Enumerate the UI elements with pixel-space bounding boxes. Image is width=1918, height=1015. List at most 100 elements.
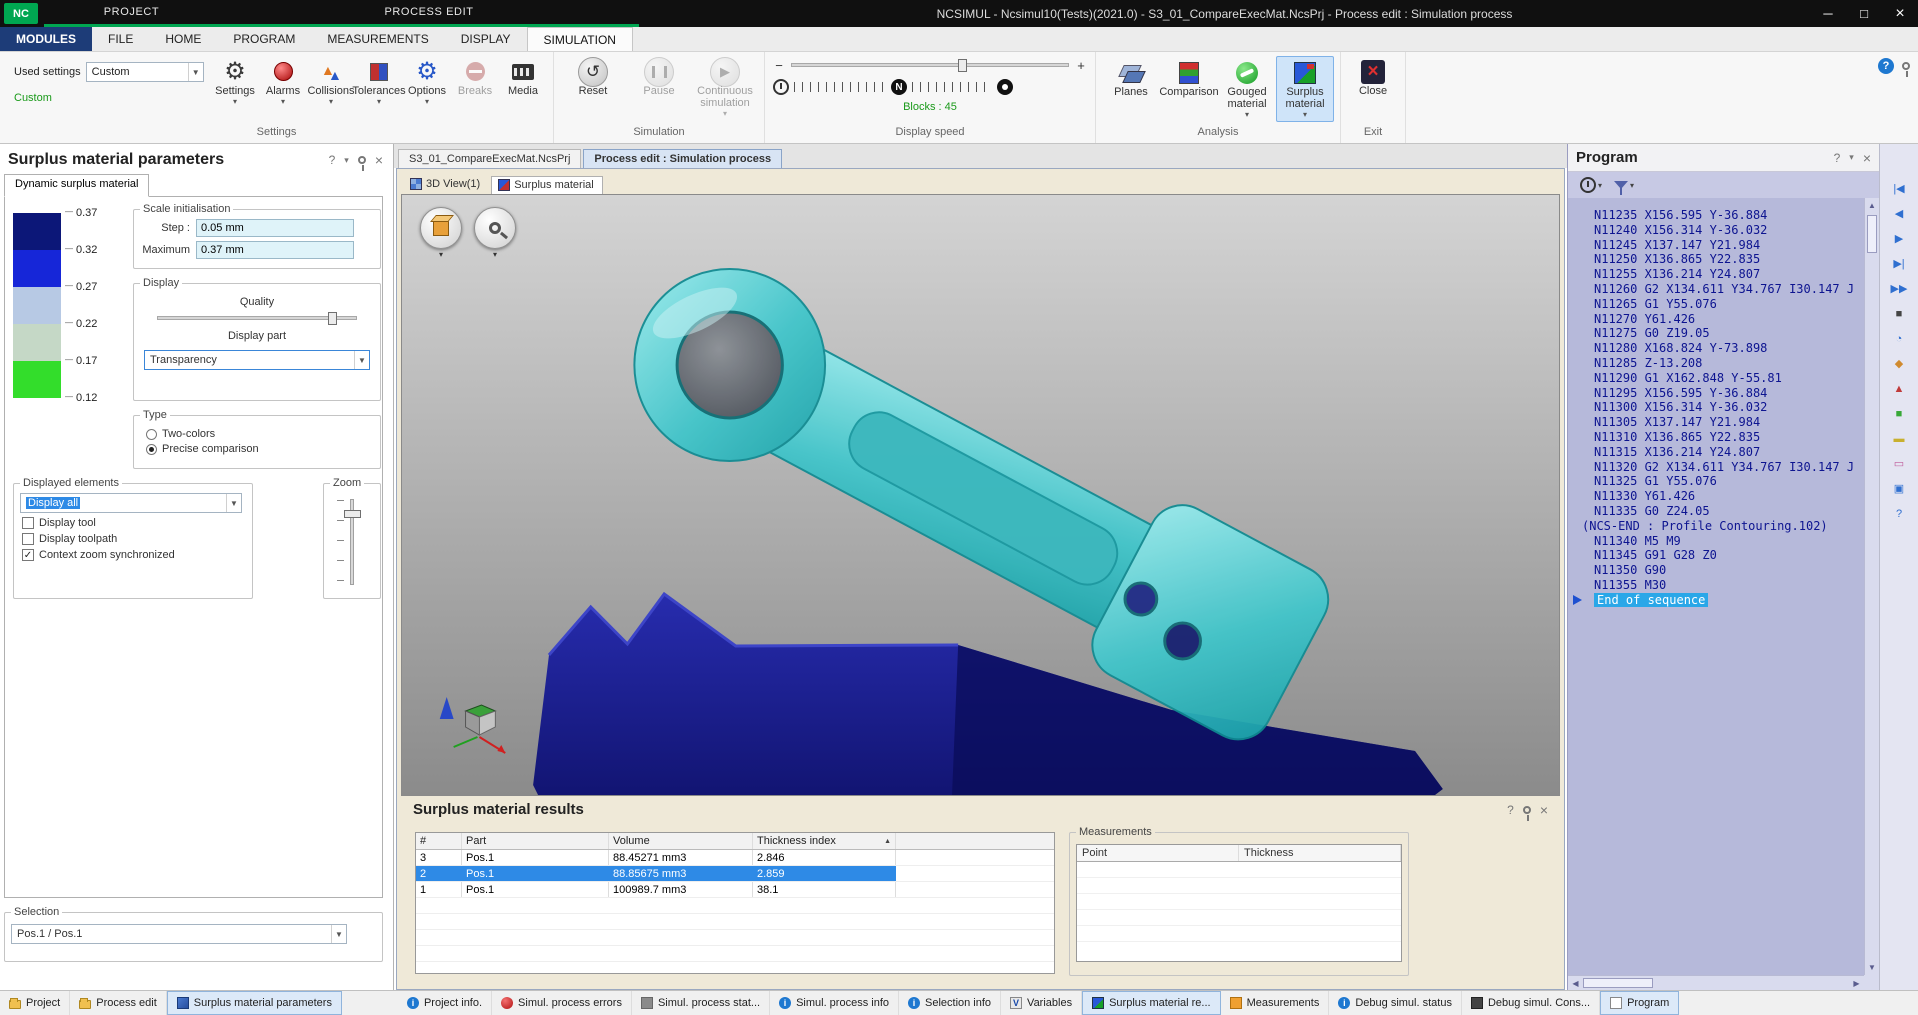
- stop-icon[interactable]: ■: [1887, 307, 1911, 321]
- program-line[interactable]: N11325 G1 Y55.076: [1568, 474, 1864, 489]
- display-part-combo[interactable]: Transparency ▼: [144, 350, 370, 370]
- radio-two-colors[interactable]: Two-colors: [146, 428, 374, 440]
- column-header-part[interactable]: Part: [462, 833, 609, 849]
- program-line[interactable]: N11335 G0 Z24.05: [1568, 504, 1864, 519]
- statusbar-item-measurements[interactable]: Measurements: [1221, 991, 1330, 1015]
- 3d-scene[interactable]: [402, 195, 1559, 795]
- chevron-down-icon[interactable]: ▼: [354, 351, 369, 369]
- program-line[interactable]: N11240 X156.314 Y-36.032: [1568, 223, 1864, 238]
- goto-last-icon[interactable]: ▶▶: [1887, 282, 1911, 296]
- program-line[interactable]: N11350 G90: [1568, 563, 1864, 578]
- program-line[interactable]: N11250 X136.865 Y22.835: [1568, 252, 1864, 267]
- checkbox-context-zoom-synchronized[interactable]: ✓Context zoom synchronized: [22, 549, 246, 561]
- maximum-input[interactable]: [196, 241, 354, 259]
- help-icon[interactable]: ?: [329, 153, 336, 167]
- program-line[interactable]: N11300 X156.314 Y-36.032: [1568, 400, 1864, 415]
- statusbar-item-program[interactable]: Program: [1600, 991, 1679, 1015]
- checkbox-display-tool[interactable]: Display tool: [22, 517, 246, 529]
- measurement-column-point[interactable]: Point: [1077, 845, 1239, 861]
- program-line[interactable]: N11235 X156.595 Y-36.884: [1568, 208, 1864, 223]
- view-tab-surplus-material[interactable]: Surplus material: [491, 176, 602, 194]
- zoom-tool-button[interactable]: [474, 207, 516, 249]
- chevron-down-icon[interactable]: ▼: [226, 494, 241, 512]
- step-forward-icon[interactable]: ▶|: [1887, 257, 1911, 271]
- ribbon-tab-modules[interactable]: MODULES: [0, 27, 92, 51]
- result-row[interactable]: 2Pos.188.85675 mm32.859: [416, 866, 1054, 882]
- close-button[interactable]: ×: [1882, 0, 1918, 27]
- program-line[interactable]: N11355 M30: [1568, 578, 1864, 593]
- speed-slider-thumb[interactable]: [958, 59, 967, 72]
- play-icon[interactable]: ▶: [1887, 232, 1911, 246]
- result-row[interactable]: 3Pos.188.45271 mm32.846: [416, 850, 1054, 866]
- statusbar-item-project-info[interactable]: Project info.: [398, 991, 492, 1015]
- program-line[interactable]: N11245 X137.147 Y21.984: [1568, 238, 1864, 253]
- speed-plus-icon[interactable]: +: [1075, 58, 1087, 73]
- program-line[interactable]: N11340 M5 M9: [1568, 534, 1864, 549]
- edit-icon[interactable]: ▬: [1887, 432, 1911, 446]
- scroll-up-icon[interactable]: ▲: [1865, 198, 1879, 213]
- statusbar-item-surplus-material-parameters[interactable]: Surplus material parameters: [167, 991, 342, 1015]
- program-line[interactable]: N11290 G1 X162.848 Y-55.81: [1568, 371, 1864, 386]
- statusbar-item-simul-process-stat[interactable]: Simul. process stat...: [632, 991, 770, 1015]
- save-icon[interactable]: ▣: [1887, 482, 1911, 496]
- chevron-down-icon[interactable]: ▾: [439, 250, 443, 259]
- pin-icon[interactable]: [358, 156, 366, 164]
- speed-minus-icon[interactable]: −: [773, 58, 785, 73]
- ribbon-tab-home[interactable]: HOME: [149, 27, 217, 51]
- ribbon-tab-program[interactable]: PROGRAM: [217, 27, 311, 51]
- quality-slider-thumb[interactable]: [328, 312, 337, 325]
- chevron-down-icon[interactable]: ▾: [344, 155, 349, 166]
- ribbon-tab-simulation[interactable]: SIMULATION: [527, 27, 633, 51]
- media-button[interactable]: Media: [499, 56, 547, 106]
- program-line[interactable]: N11320 G2 X134.611 Y34.767 I30.147 J: [1568, 460, 1864, 475]
- help-icon[interactable]: ?: [1878, 58, 1894, 74]
- tab-dynamic-surplus-material[interactable]: Dynamic surplus material: [4, 174, 149, 197]
- program-line[interactable]: N11315 X136.214 Y24.807: [1568, 445, 1864, 460]
- close-button[interactable]: Close: [1347, 56, 1399, 97]
- statusbar-item-debug-simul-cons[interactable]: Debug simul. Cons...: [1462, 991, 1600, 1015]
- collisions-button[interactable]: Collisions▾: [307, 56, 355, 106]
- program-line[interactable]: N11280 X168.824 Y-73.898: [1568, 341, 1864, 356]
- titlebar-section-project[interactable]: PROJECT: [44, 0, 219, 27]
- ribbon-tab-file[interactable]: FILE: [92, 27, 149, 51]
- chevron-down-icon[interactable]: ▼: [331, 925, 346, 943]
- help-small-icon[interactable]: ?: [1887, 507, 1911, 521]
- program-line[interactable]: N11275 G0 Z19.05: [1568, 326, 1864, 341]
- program-filter-button[interactable]: ▾: [1610, 179, 1638, 192]
- step-back-icon[interactable]: ◀: [1887, 207, 1911, 221]
- scrollbar-thumb[interactable]: [1583, 978, 1653, 988]
- statusbar-item-surplus-material-re[interactable]: Surplus material re...: [1082, 991, 1220, 1015]
- column-header-[interactable]: #: [416, 833, 462, 849]
- program-line[interactable]: N11330 Y61.426: [1568, 489, 1864, 504]
- statusbar-item-process-edit[interactable]: Process edit: [70, 991, 167, 1015]
- erase-icon[interactable]: ▭: [1887, 457, 1911, 471]
- ribbon-tab-display[interactable]: DISPLAY: [445, 27, 527, 51]
- zoom-slider-thumb[interactable]: [344, 510, 361, 518]
- ribbon-tab-measurements[interactable]: MEASUREMENTS: [311, 27, 444, 51]
- statusbar-item-project[interactable]: Project: [0, 991, 70, 1015]
- program-line[interactable]: N11270 Y61.426: [1568, 312, 1864, 327]
- zoom-slider[interactable]: [350, 499, 354, 585]
- program-line[interactable]: N11265 G1 Y55.076: [1568, 297, 1864, 312]
- program-horizontal-scrollbar[interactable]: ◀ ▶: [1568, 975, 1864, 990]
- radio-precise-comparison[interactable]: Precise comparison: [146, 443, 374, 455]
- measurement-column-thickness[interactable]: Thickness: [1239, 845, 1401, 861]
- document-tab-process-edit-simulation-process[interactable]: Process edit : Simulation process: [583, 149, 782, 168]
- material-icon[interactable]: ■: [1887, 407, 1911, 421]
- close-icon[interactable]: ×: [1863, 150, 1871, 166]
- displayed-elements-combo[interactable]: Display all ▼: [20, 493, 242, 513]
- gouged-material-button[interactable]: Gouged material▾: [1218, 56, 1276, 122]
- document-tab-s3-01-compareexecmat-ncsprj[interactable]: S3_01_CompareExecMat.NcsPrj: [398, 149, 581, 168]
- probe-icon[interactable]: ◆: [1887, 357, 1911, 371]
- scroll-down-icon[interactable]: ▼: [1865, 960, 1879, 975]
- chevron-down-icon[interactable]: ▾: [493, 250, 497, 259]
- quality-slider[interactable]: [157, 316, 357, 320]
- program-line[interactable]: N11310 X136.865 Y22.835: [1568, 430, 1864, 445]
- result-row[interactable]: 1Pos.1100989.7 mm338.1: [416, 882, 1054, 898]
- statusbar-item-variables[interactable]: Variables: [1001, 991, 1082, 1015]
- column-header-volume[interactable]: Volume: [609, 833, 753, 849]
- step-input[interactable]: [196, 219, 354, 237]
- tolerances-button[interactable]: Tolerances▾: [355, 56, 403, 106]
- tool-alarm-icon[interactable]: ▲: [1887, 382, 1911, 396]
- 3d-viewport[interactable]: ▾ ▾: [401, 194, 1560, 796]
